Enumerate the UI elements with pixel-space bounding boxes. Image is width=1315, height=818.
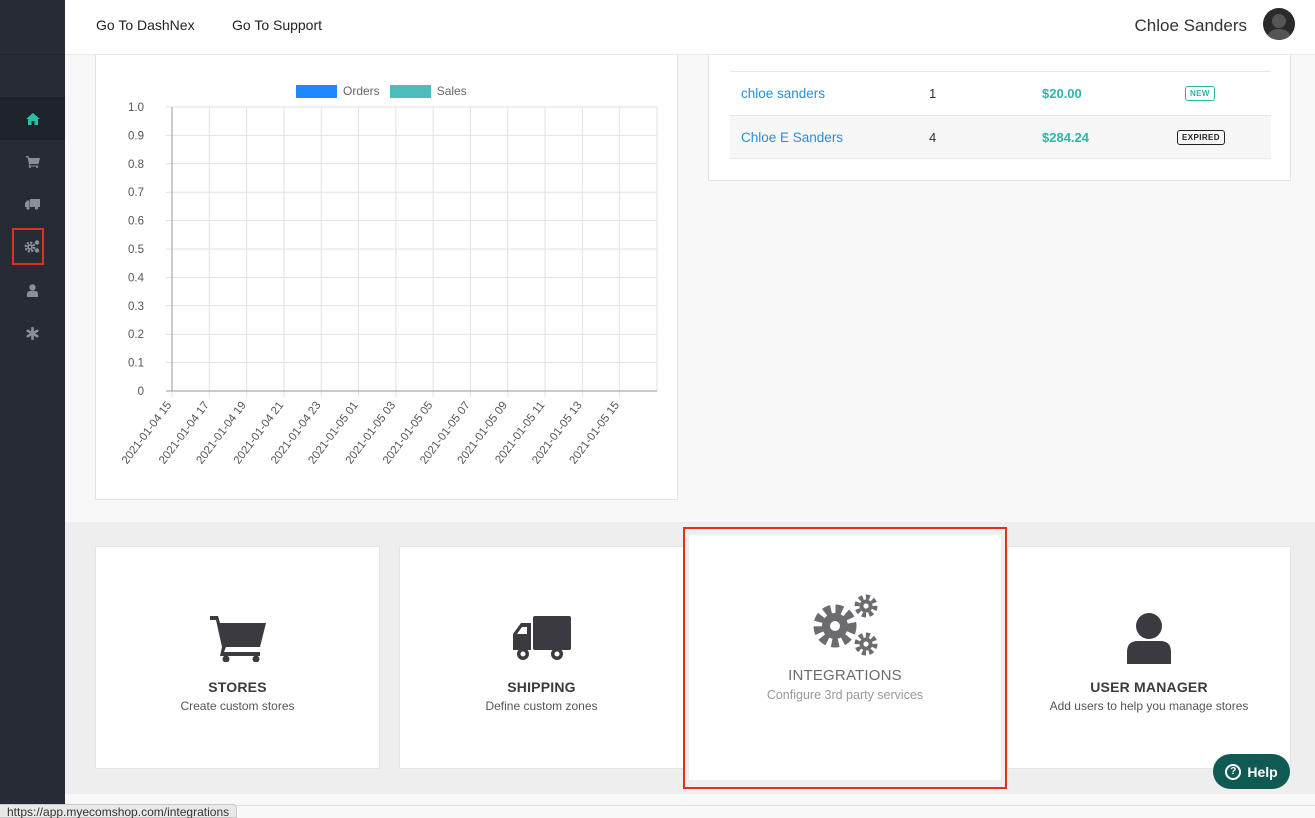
integrations-highlight-frame [683,527,1007,789]
user-name[interactable]: Chloe Sanders [1135,16,1247,36]
sidebar [0,0,65,818]
shipping-card[interactable]: SHIPPING Define custom zones [399,546,684,769]
user-icon [1127,613,1171,664]
highlight-frame [12,228,44,265]
help-button[interactable]: ? Help [1213,754,1290,789]
card-title: USER MANAGER [1090,679,1208,695]
y-tick-label: 0.6 [128,216,144,228]
order-amount: $20.00 [1042,86,1082,101]
y-tick-label: 0.2 [128,329,144,341]
cart-icon [209,613,266,663]
table-row[interactable]: Chloe E Sanders 4 $284.24 EXPIRED [730,115,1271,159]
card-title: STORES [208,679,267,695]
stores-card[interactable]: STORES Create custom stores [95,546,380,769]
sidebar-item-home[interactable] [0,97,65,140]
sidebar-item-shipping[interactable] [0,183,65,226]
order-quantity: 1 [929,86,937,101]
asterisk-icon [26,327,39,340]
y-tick-label: 0.3 [128,301,144,313]
sidebar-item-stores[interactable] [0,140,65,183]
truck-icon [25,199,40,210]
table-row[interactable]: chloe sanders 1 $20.00 NEW [730,71,1271,115]
y-tick-label: 1.0 [128,102,144,114]
go-to-support-link[interactable]: Go To Support [232,17,322,33]
sidebar-item-integrations[interactable] [0,225,65,268]
status-badge: NEW [1185,86,1215,101]
y-tick-label: 0.7 [128,187,144,199]
sidebar-divider [0,54,65,55]
orders-sales-chart-panel: Orders Sales 1.0 0.9 0.8 0.7 0.6 0.5 0.4 0.3 0.2… [95,55,678,500]
status-bar-url: https://app.myecomshop.com/integrations [0,804,238,818]
card-title: SHIPPING [507,679,576,695]
order-quantity: 4 [929,129,937,145]
home-icon [25,112,40,125]
y-tick-label: 0.1 [128,358,144,370]
card-subtitle: Create custom stores [180,699,295,713]
sidebar-item-users[interactable] [0,269,65,312]
card-subtitle: Define custom zones [485,699,598,713]
avatar[interactable] [1263,8,1295,40]
truck-icon [512,613,571,663]
recent-orders-panel: chloe sanders 1 $20.00 NEW Chloe E Sande… [708,55,1291,181]
customer-name-link[interactable]: Chloe E Sanders [741,130,843,145]
help-label: Help [1247,763,1278,780]
status-badge: EXPIRED [1177,129,1225,145]
user-manager-card[interactable]: USER MANAGER Add users to help you manag… [1007,546,1291,769]
footer-divider [65,805,1315,806]
customer-name-link[interactable]: chloe sanders [741,86,825,101]
question-circle-icon: ? [1225,763,1242,780]
card-subtitle: Add users to help you manage stores [1049,699,1249,713]
orders-sales-chart: 1.00.90.80.70.60.50.40.30.20.102021-01-0… [120,102,658,467]
y-tick-label: 0.4 [128,272,145,284]
y-tick-label: 0 [138,386,144,398]
go-to-dashnex-link[interactable]: Go To DashNex [96,17,195,33]
y-tick-label: 0.5 [128,244,144,256]
user-icon [27,284,38,297]
top-header: Go To DashNex Go To Support Chloe Sander… [65,0,1315,55]
y-tick-label: 0.8 [128,159,144,171]
sidebar-item-settings[interactable] [0,312,65,355]
cart-icon [25,155,40,168]
order-amount: $284.24 [1042,129,1089,145]
y-tick-label: 0.9 [128,130,144,142]
